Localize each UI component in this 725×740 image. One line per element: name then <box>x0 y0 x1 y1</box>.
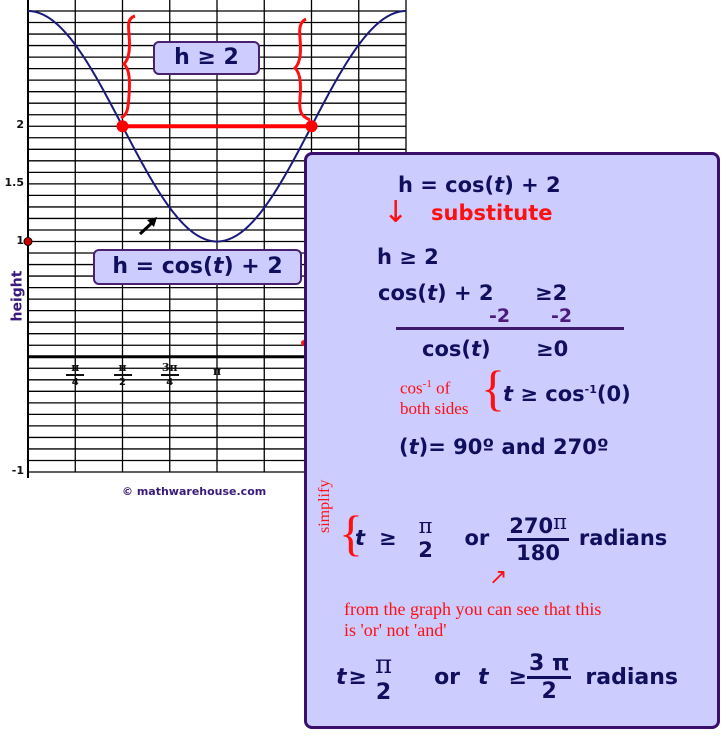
degree-solution-line: (t)= 90º and 270º <box>399 435 609 459</box>
y-intercept-point <box>23 237 33 246</box>
degree-open: ( <box>399 435 409 459</box>
segment-start-point <box>116 120 129 133</box>
inverse-cos-line: t ≥ cos-1(0) <box>503 382 631 406</box>
final-ge2: ≥ <box>508 665 527 690</box>
simplify-label: simplify <box>316 479 333 533</box>
x-tick-label: 3π 4 <box>156 361 184 389</box>
radian-conversion-line: t ≥ π2 or 270π 180 radians <box>355 510 667 565</box>
inverse-cos-rest: ≥ cos <box>513 382 585 406</box>
radian-frac2-pi: π <box>553 510 567 534</box>
copyright-text: © mathwarehouse.com <box>122 485 267 498</box>
final-or: or <box>434 665 461 690</box>
radian-frac1-num: π <box>418 513 433 538</box>
radian-unit: radians <box>578 525 668 550</box>
final-frac1-num: π <box>374 650 393 680</box>
cos-result-line: cos(t) <box>422 337 491 361</box>
cos-result-rhs: ≥0 <box>536 337 569 361</box>
substitute-label: substitute <box>431 201 553 225</box>
x-tick-denominator: 4 <box>71 376 79 388</box>
graph-note-line1: from the graph you can see that this <box>344 599 602 619</box>
x-tick-label: π4 <box>61 361 89 389</box>
radian-frac2-den: 180 <box>516 541 561 565</box>
inverse-cos-note-both-sides: both sides <box>400 398 469 418</box>
inverse-cos-note-cos: cos <box>400 378 423 398</box>
x-tick-denominator: 2 <box>119 376 126 388</box>
final-frac2-den: 2 <box>541 679 557 704</box>
substituted-suffix: ) + 2 <box>437 281 494 305</box>
region-label-box: h ≥ 2 <box>153 41 260 75</box>
x-tick-numerator: 3π <box>160 360 179 376</box>
cos-result-prefix: cos( <box>422 337 471 361</box>
segment-end-point <box>305 120 318 133</box>
or-arrow-icon: ↗ <box>489 565 508 590</box>
radian-frac2-num-value: 270 <box>509 514 554 538</box>
substituted-var: t <box>426 281 438 305</box>
inverse-cos-note-sup: -1 <box>422 378 432 390</box>
x-tick-denominator: 4 <box>166 376 174 388</box>
inverse-cos-end: (0) <box>596 382 631 406</box>
inverse-cos-var: t <box>503 382 514 406</box>
graph-note-line2: is 'or' not 'and' <box>344 620 447 640</box>
degree-rest: )= 90º and 270º <box>418 435 609 459</box>
degree-var: t <box>408 435 419 459</box>
function-label-var: t <box>213 254 224 279</box>
inverse-cos-note-of: of <box>431 378 451 398</box>
substituted-prefix: cos( <box>378 281 427 305</box>
final-var2: t <box>478 665 489 690</box>
y-axis-label: height <box>9 270 26 322</box>
function-label-suffix: ) + 2 <box>223 254 283 279</box>
pointer-arrow-icon <box>138 217 157 236</box>
final-unit: radians <box>585 665 678 690</box>
y-tick-label: 1.5 <box>4 175 25 189</box>
inverse-cos-note: cos-1 of both sides <box>400 374 468 419</box>
equation-prefix: h = cos( <box>398 173 495 197</box>
equation-line: h = cos(t) + 2 <box>398 173 561 197</box>
equation-var: t <box>494 173 505 197</box>
y-tick-label: 1 <box>16 233 24 247</box>
y-tick-label: 2 <box>16 118 24 132</box>
final-frac2-num: 3 π <box>527 651 572 679</box>
inequality-line: h ≥ 2 <box>377 245 439 269</box>
cos-result-var: t <box>470 337 482 361</box>
final-ge1: ≥ <box>348 665 367 690</box>
x-tick-numerator: π <box>113 361 132 376</box>
radian-frac2: 270π 180 <box>507 510 569 565</box>
radian-frac2-num: 270π <box>507 510 569 541</box>
radian-ge: ≥ <box>379 525 397 550</box>
inverse-cos-brace-icon: { <box>481 360 505 416</box>
substituted-line: cos(t) + 2 <box>378 281 493 305</box>
cos-result-suffix: ) <box>481 337 491 361</box>
x-tick-numerator: π <box>66 361 85 376</box>
final-frac1-den: 2 <box>375 680 392 705</box>
inverse-cos-sup: -1 <box>584 383 597 396</box>
radian-var: t <box>355 525 366 550</box>
solution-panel: h = cos(t) + 2 substitute ↓ h ≥ 2 cos(t)… <box>304 152 720 729</box>
x-tick-label: π2 <box>109 361 137 389</box>
graph-note: from the graph you can see that this is … <box>344 599 601 641</box>
radian-frac1-den: 2 <box>418 537 433 562</box>
equation-suffix: ) + 2 <box>504 173 561 197</box>
final-frac1: π2 <box>373 650 394 705</box>
final-frac2: 3 π2 <box>527 651 572 704</box>
radian-or: or <box>464 525 490 550</box>
x-tick-label: π <box>203 365 231 378</box>
radian-frac1: π2 <box>417 514 435 562</box>
final-var1: t <box>336 665 347 690</box>
subtract-right: -2 <box>551 305 573 327</box>
region-label: h ≥ 2 <box>174 45 239 70</box>
function-label-prefix: h = cos( <box>112 254 214 279</box>
x-tick-numerator: π <box>212 364 222 378</box>
down-arrow-icon: ↓ <box>383 195 409 230</box>
subtraction-divider <box>396 327 624 330</box>
subtract-left: -2 <box>489 305 511 327</box>
substituted-rhs: ≥2 <box>535 281 568 305</box>
y-tick-label: -1 <box>11 464 24 477</box>
function-label-box: h = cos(t) + 2 <box>93 249 302 285</box>
final-answer-line: t ≥ π2 or t ≥ 3 π2 radians <box>336 650 678 705</box>
